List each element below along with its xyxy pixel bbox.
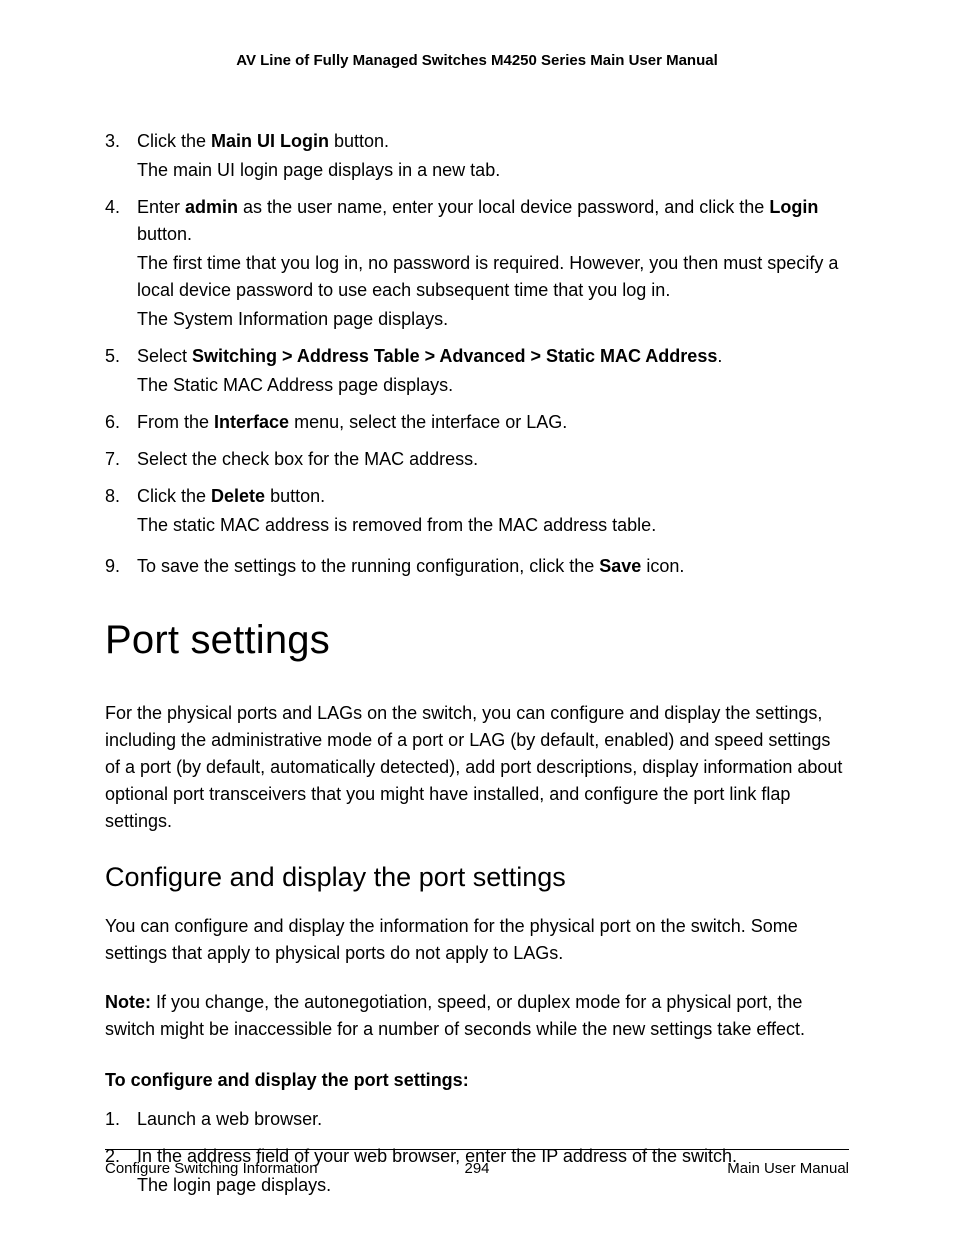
step-text: Click the Delete button.	[137, 483, 849, 510]
note-body: If you change, the autonegotiation, spee…	[105, 992, 805, 1039]
step-text: To save the settings to the running conf…	[137, 553, 849, 580]
note-paragraph: Note: If you change, the autonegotiation…	[105, 989, 849, 1043]
step-text: The first time that you log in, no passw…	[137, 250, 849, 304]
step-number: 9.	[105, 553, 137, 580]
step-number: 6.	[105, 409, 137, 436]
step-number: 1.	[105, 1106, 137, 1133]
proc-step-1: 1. Launch a web browser.	[105, 1106, 849, 1133]
step-text: The System Information page displays.	[137, 306, 849, 333]
sub-intro: You can configure and display the inform…	[105, 913, 849, 967]
step-7: 7. Select the check box for the MAC addr…	[105, 446, 849, 473]
step-4: 4. Enter admin as the user name, enter y…	[105, 194, 849, 333]
step-text: Enter admin as the user name, enter your…	[137, 194, 849, 248]
step-number: 3.	[105, 128, 137, 155]
step-text: Select Switching > Address Table > Advan…	[137, 343, 849, 370]
step-text: Click the Main UI Login button.	[137, 128, 849, 155]
step-9: 9. To save the settings to the running c…	[105, 553, 849, 580]
step-number: 5.	[105, 343, 137, 370]
step-text: The Static MAC Address page displays.	[137, 372, 849, 399]
step-3: 3. Click the Main UI Login button. The m…	[105, 128, 849, 184]
step-6: 6. From the Interface menu, select the i…	[105, 409, 849, 436]
step-text: Select the check box for the MAC address…	[137, 446, 849, 473]
page-header-title: AV Line of Fully Managed Switches M4250 …	[105, 50, 849, 73]
note-label: Note:	[105, 992, 151, 1012]
step-number: 8.	[105, 483, 137, 510]
step-8: 8. Click the Delete button. The static M…	[105, 483, 849, 539]
sub-heading-configure-display: Configure and display the port settings	[105, 857, 849, 898]
step-text: Launch a web browser.	[137, 1106, 849, 1133]
footer-left: Configure Switching Information	[105, 1158, 318, 1181]
section-heading-port-settings: Port settings	[105, 610, 849, 670]
step-text: The main UI login page displays in a new…	[137, 157, 849, 184]
procedure-title: To configure and display the port settin…	[105, 1067, 849, 1094]
step-number: 4.	[105, 194, 137, 221]
footer-page-number: 294	[464, 1158, 489, 1181]
step-5: 5. Select Switching > Address Table > Ad…	[105, 343, 849, 399]
step-number: 7.	[105, 446, 137, 473]
step-text: From the Interface menu, select the inte…	[137, 409, 849, 436]
page-footer: Configure Switching Information 294 Main…	[105, 1149, 849, 1181]
footer-right: Main User Manual	[727, 1158, 849, 1181]
section-intro: For the physical ports and LAGs on the s…	[105, 700, 849, 835]
step-text: The static MAC address is removed from t…	[137, 512, 849, 539]
